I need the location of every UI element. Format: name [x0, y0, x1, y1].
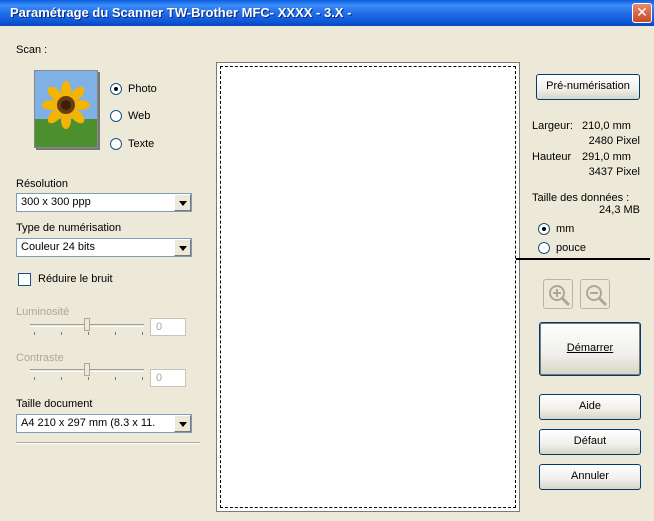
reduce-noise-checkbox[interactable]	[18, 273, 31, 286]
cancel-button[interactable]: Annuler	[539, 464, 641, 490]
slider-tick	[34, 332, 35, 335]
scan-type-value: Couleur 24 bits	[21, 241, 95, 253]
doc-size-value: A4 210 x 297 mm (8.3 x 11.	[21, 417, 156, 429]
start-button[interactable]: Démarrer	[539, 322, 641, 376]
contrast-value[interactable]: 0	[150, 369, 186, 387]
window-title: Paramétrage du Scanner TW-Brother MFC- X…	[10, 5, 352, 20]
slider-tick	[142, 377, 143, 380]
dialog-client: Scan : Photo Web Texte Résolution 300 x …	[4, 26, 650, 517]
resolution-select[interactable]: 300 x 300 ppp	[16, 193, 192, 212]
zoom-out-button[interactable]	[580, 279, 610, 309]
radio-texte-label[interactable]: Texte	[128, 138, 154, 150]
radio-unit-mm[interactable]	[538, 223, 550, 235]
width-px-value: 2480 Pixel	[588, 135, 640, 147]
annotation-line	[516, 258, 650, 260]
height-px-value: 3437 Pixel	[588, 166, 640, 178]
contrast-slider-thumb[interactable]	[84, 363, 90, 376]
title-bar: Paramétrage du Scanner TW-Brother MFC- X…	[0, 0, 654, 26]
brightness-value[interactable]: 0	[150, 318, 186, 336]
radio-web-label[interactable]: Web	[128, 110, 150, 122]
slider-tick	[115, 332, 116, 335]
scan-preview-area[interactable]	[216, 62, 520, 512]
close-button[interactable]: ✕	[632, 3, 652, 23]
resolution-value: 300 x 300 ppp	[21, 196, 91, 208]
radio-unit-mm-label[interactable]: mm	[556, 223, 574, 235]
radio-texte[interactable]	[110, 138, 122, 150]
radio-unit-pouce[interactable]	[538, 242, 550, 254]
zoom-out-icon	[586, 285, 608, 307]
width-label: Largeur:	[532, 120, 573, 132]
slider-tick	[34, 377, 35, 380]
default-button[interactable]: Défaut	[539, 429, 641, 455]
chevron-down-icon[interactable]	[174, 239, 191, 256]
divider	[16, 442, 200, 444]
scan-area-selection[interactable]	[220, 66, 516, 508]
prescan-button[interactable]: Pré-numérisation	[536, 74, 640, 100]
contrast-label: Contraste	[16, 352, 64, 364]
radio-unit-pouce-label[interactable]: pouce	[556, 242, 586, 254]
doc-size-label: Taille document	[16, 398, 93, 410]
zoom-in-button[interactable]	[543, 279, 573, 309]
slider-tick	[115, 377, 116, 380]
slider-tick	[88, 377, 89, 380]
chevron-down-icon[interactable]	[174, 415, 191, 432]
chevron-down-icon[interactable]	[174, 194, 191, 211]
zoom-in-icon	[549, 285, 571, 307]
scan-type-label: Type de numérisation	[16, 222, 122, 234]
height-label: Hauteur	[532, 151, 572, 163]
width-mm-value: 210,0 mm	[582, 120, 631, 132]
brightness-slider-thumb[interactable]	[84, 318, 90, 331]
radio-photo-label[interactable]: Photo	[128, 83, 157, 95]
data-size-label: Taille des données :	[532, 192, 630, 204]
slider-tick	[61, 377, 62, 380]
radio-photo[interactable]	[110, 83, 122, 95]
reduce-noise-label[interactable]: Réduire le bruit	[38, 273, 113, 285]
radio-web[interactable]	[110, 110, 122, 122]
sunflower-photo-icon	[34, 70, 98, 148]
help-button[interactable]: Aide	[539, 394, 641, 420]
height-mm-value: 291,0 mm	[582, 151, 631, 163]
slider-tick	[88, 332, 89, 335]
scan-label: Scan :	[16, 44, 48, 56]
brightness-label: Luminosité	[16, 306, 70, 318]
doc-size-select[interactable]: A4 210 x 297 mm (8.3 x 11.	[16, 414, 192, 433]
resolution-label: Résolution	[16, 178, 68, 190]
scan-type-select[interactable]: Couleur 24 bits	[16, 238, 192, 257]
data-size-value: 24,3 MB	[599, 204, 640, 216]
slider-tick	[61, 332, 62, 335]
slider-tick	[142, 332, 143, 335]
